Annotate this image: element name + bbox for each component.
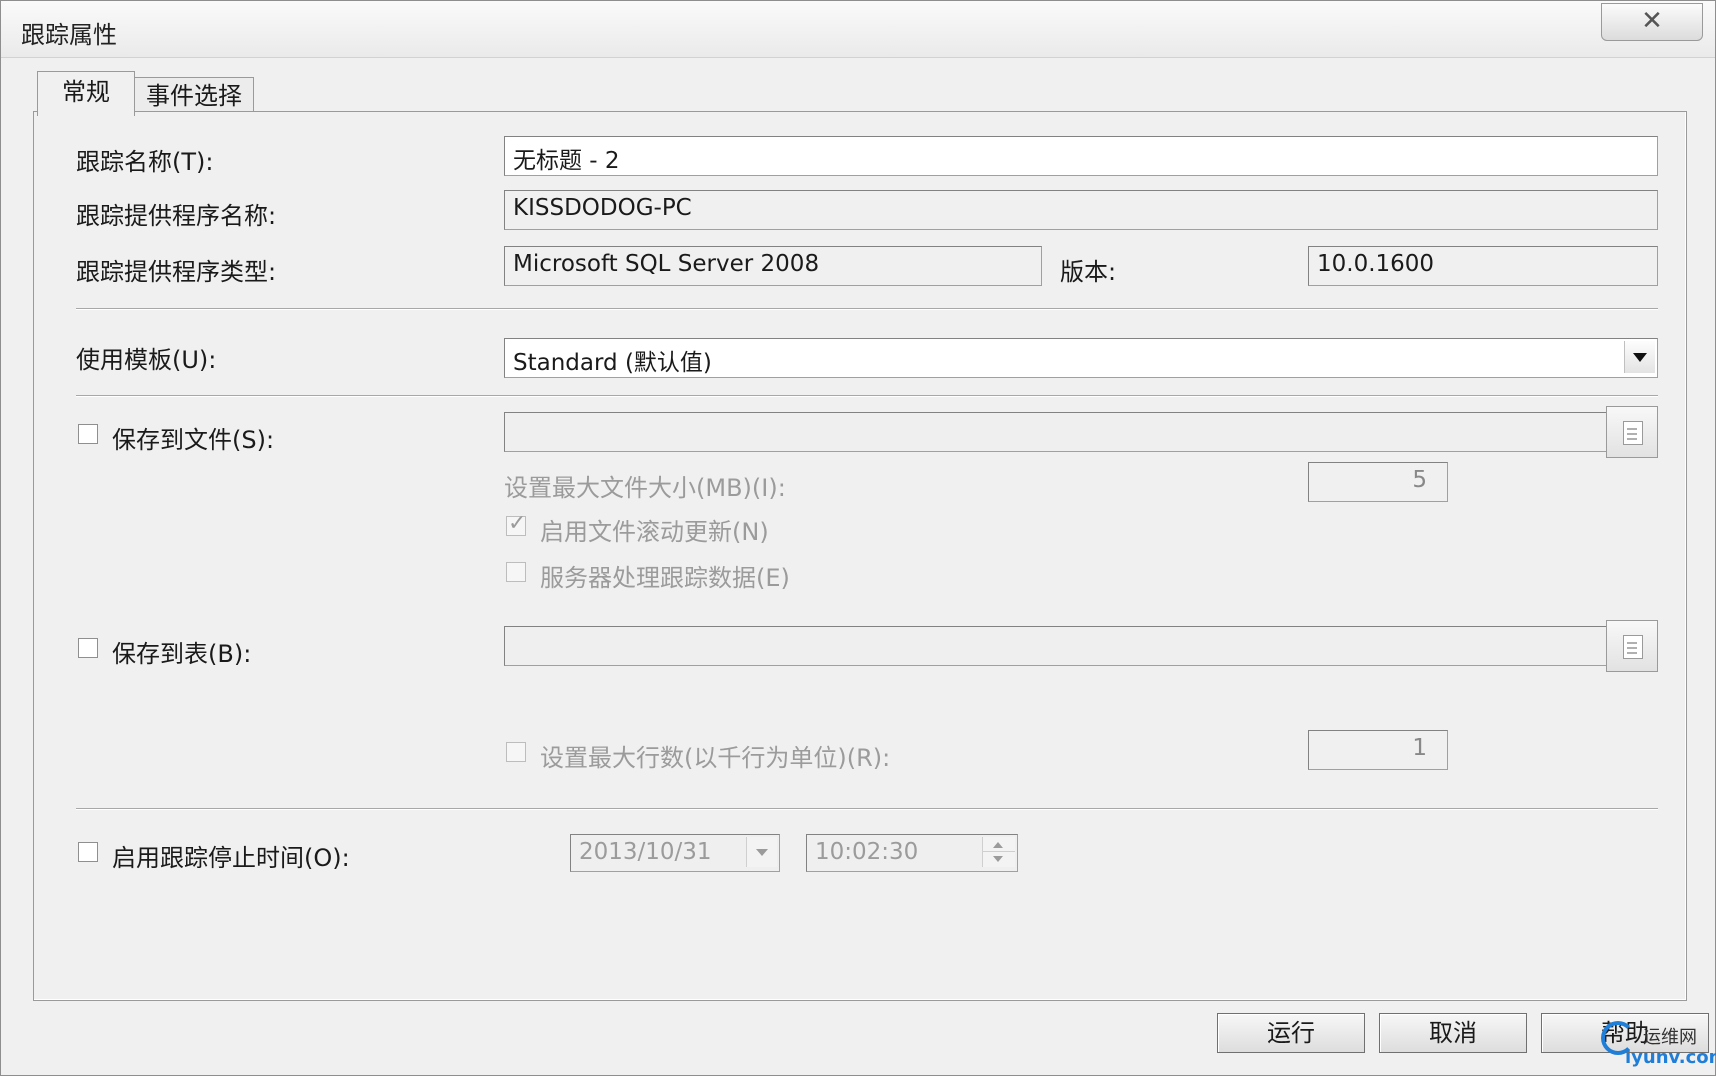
title-bar: 跟踪属性 ✕ <box>1 1 1715 58</box>
save-to-file-label: 保存到文件(S): <box>112 426 275 454</box>
window-title: 跟踪属性 <box>21 21 117 49</box>
separator <box>76 395 1658 396</box>
stop-time-checkbox[interactable] <box>78 842 98 862</box>
stop-date-picker[interactable]: 2013/10/31 <box>570 834 780 872</box>
save-to-table-label: 保存到表(B): <box>112 640 252 668</box>
chevron-down-icon <box>1633 353 1647 362</box>
provider-name-label: 跟踪提供程序名称: <box>76 202 277 230</box>
server-process-label: 服务器处理跟踪数据(E) <box>540 564 790 592</box>
checkmark-icon: ✓ <box>508 511 527 536</box>
separator <box>76 808 1658 809</box>
chevron-down-icon <box>756 849 768 856</box>
document-icon <box>1623 421 1643 445</box>
time-spin-buttons[interactable] <box>982 837 1015 867</box>
spin-up-icon <box>993 842 1003 848</box>
trace-properties-dialog: 跟踪属性 ✕ 常规 事件选择 跟踪名称(T): 无标题 - 2 跟踪提供程序名称… <box>0 0 1716 1076</box>
save-to-file-checkbox[interactable] <box>78 424 98 444</box>
trace-name-input[interactable]: 无标题 - 2 <box>504 136 1658 176</box>
spin-down-icon <box>993 856 1003 862</box>
stop-time-value: 10:02:30 <box>815 839 919 865</box>
browse-table-button[interactable] <box>1606 620 1658 672</box>
max-rows-checkbox[interactable] <box>506 742 526 762</box>
tab-general[interactable]: 常规 <box>37 71 135 116</box>
max-file-size-input[interactable]: 5 <box>1308 462 1448 502</box>
save-to-table-input[interactable] <box>504 626 1632 666</box>
version-label: 版本: <box>1060 258 1117 286</box>
provider-type-label: 跟踪提供程序类型: <box>76 258 277 286</box>
save-to-file-path-input[interactable] <box>504 412 1632 452</box>
cancel-button[interactable]: 取消 <box>1379 1013 1527 1053</box>
run-button[interactable]: 运行 <box>1217 1013 1365 1053</box>
template-selected-value: Standard (默认值) <box>513 350 712 376</box>
browse-file-button[interactable] <box>1606 406 1658 458</box>
version-field: 10.0.1600 <box>1308 246 1658 286</box>
template-select[interactable]: Standard (默认值) <box>504 338 1658 378</box>
max-rows-label: 设置最大行数(以千行为单位)(R): <box>540 744 891 772</box>
file-rollover-label: 启用文件滚动更新(N) <box>540 518 769 546</box>
stop-time-label: 启用跟踪停止时间(O): <box>112 844 350 872</box>
trace-name-label: 跟踪名称(T): <box>76 148 214 176</box>
template-label: 使用模板(U): <box>76 346 217 374</box>
general-tab-panel: 跟踪名称(T): 无标题 - 2 跟踪提供程序名称: KISSDODOG-PC … <box>33 111 1687 1001</box>
close-button[interactable]: ✕ <box>1601 3 1703 41</box>
date-dropdown-button[interactable] <box>746 837 777 867</box>
stop-time-spinner[interactable]: 10:02:30 <box>806 834 1018 872</box>
watermark-en-text: iyunv.com <box>1625 1047 1716 1068</box>
max-file-size-label: 设置最大文件大小(MB)(I): <box>504 474 786 502</box>
max-rows-input[interactable]: 1 <box>1308 730 1448 770</box>
stop-date-value: 2013/10/31 <box>579 839 712 865</box>
server-process-checkbox[interactable] <box>506 562 526 582</box>
provider-name-field: KISSDODOG-PC <box>504 190 1658 230</box>
tab-events-selection[interactable]: 事件选择 <box>134 77 254 114</box>
save-to-table-checkbox[interactable] <box>78 638 98 658</box>
template-dropdown-button[interactable] <box>1624 341 1655 373</box>
file-rollover-checkbox[interactable]: ✓ <box>506 511 526 536</box>
site-watermark: 运维网 iyunv.com <box>1599 1017 1716 1073</box>
close-icon: ✕ <box>1641 6 1663 36</box>
separator <box>76 308 1658 309</box>
provider-type-field: Microsoft SQL Server 2008 <box>504 246 1042 286</box>
document-icon <box>1623 635 1643 659</box>
watermark-cn-text: 运维网 <box>1643 1027 1697 1048</box>
